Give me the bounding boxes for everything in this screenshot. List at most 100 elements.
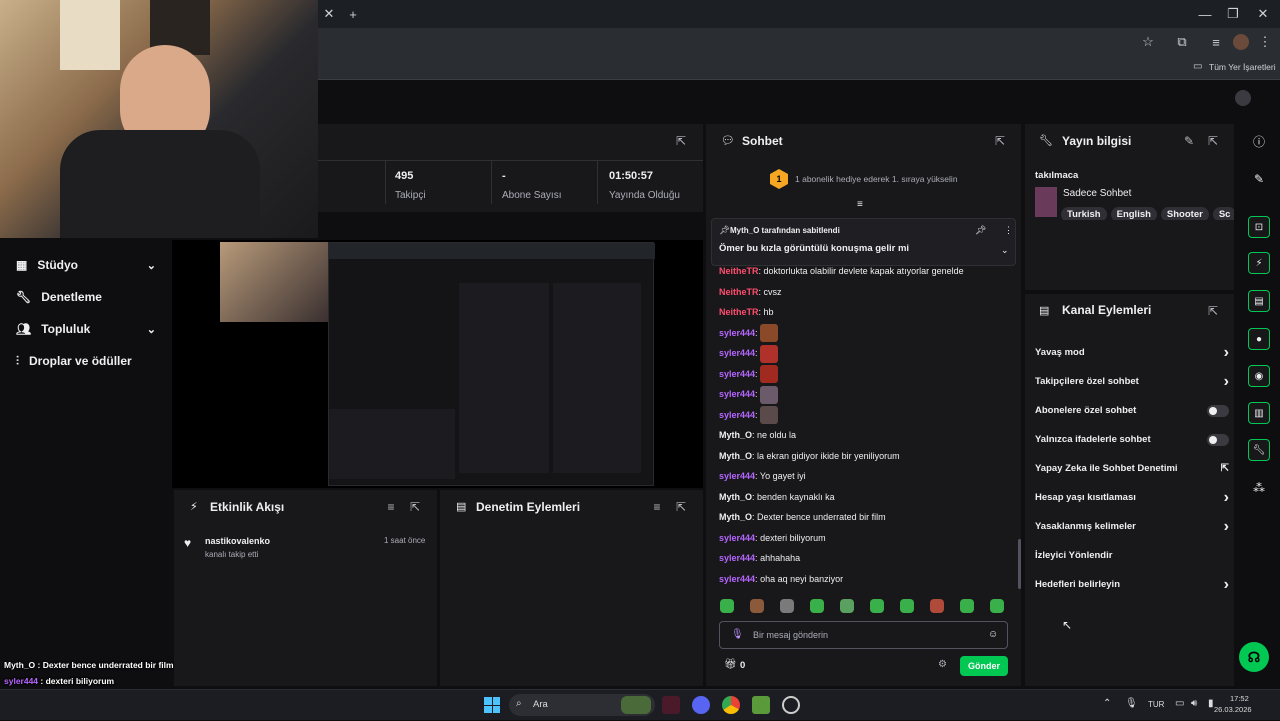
close-window-icon[interactable]: ✕ xyxy=(1252,3,1274,25)
toggle-switch[interactable] xyxy=(1207,404,1229,417)
maximize-icon[interactable]: ❐ xyxy=(1222,3,1244,25)
emote-button[interactable] xyxy=(870,599,884,613)
chevron-right-icon[interactable]: › xyxy=(1224,344,1229,362)
rail-chat-button[interactable]: ● xyxy=(1248,328,1270,350)
chat-username[interactable]: NeitheTR xyxy=(719,287,759,297)
rail-lightning-button[interactable]: ⚡︎ xyxy=(1248,252,1270,274)
taskbar-search[interactable]: ⌕ Ara xyxy=(509,694,655,716)
chevron-right-icon[interactable]: › xyxy=(1224,489,1229,507)
popout-icon[interactable]: ⇱ xyxy=(991,132,1009,150)
channel-action-item[interactable]: İzleyici Yönlendir xyxy=(1035,541,1229,570)
external-link-icon[interactable]: ⇱ xyxy=(1221,463,1229,474)
support-button[interactable]: ☊ xyxy=(1239,642,1269,672)
unpin-icon[interactable]: 📌︎ xyxy=(975,225,986,236)
new-tab-button[interactable]: + xyxy=(342,3,364,25)
gift-icon[interactable]: 🎁︎ xyxy=(724,659,737,670)
emote-button[interactable] xyxy=(900,599,914,613)
clock-time[interactable]: 17:52 xyxy=(1230,694,1249,703)
add-panel-icon[interactable]: ⁂ xyxy=(1250,479,1268,497)
chat-username[interactable]: syler444 xyxy=(719,348,755,358)
popout-icon[interactable]: ⇱ xyxy=(672,132,690,150)
battery-icon[interactable]: ▮ xyxy=(1208,698,1214,709)
category-name[interactable]: Sadece Sohbet xyxy=(1063,188,1131,199)
chat-username[interactable]: syler444 xyxy=(719,553,755,563)
app-icon-2[interactable] xyxy=(752,696,770,714)
chevron-up-icon[interactable]: ⌃ xyxy=(1103,698,1111,709)
filter-icon[interactable]: ≡ xyxy=(648,498,666,516)
filter-icon[interactable]: ≡ xyxy=(382,498,400,516)
bookmark-star-icon[interactable]: ☆ xyxy=(1137,31,1159,53)
channel-action-item[interactable]: Hesap yaşı kısıtlaması › xyxy=(1035,483,1229,512)
chat-username[interactable]: syler444 xyxy=(719,410,755,420)
channel-action-item[interactable]: Yapay Zeka ile Sohbet Denetimi ⇱ xyxy=(1035,454,1229,483)
app-icon-1[interactable] xyxy=(662,696,680,714)
stream-tag[interactable]: English xyxy=(1110,207,1157,220)
channel-action-item[interactable]: Yasaklanmış kelimeler › xyxy=(1035,512,1229,541)
user-avatar[interactable] xyxy=(1235,90,1251,106)
chat-scrollbar[interactable] xyxy=(1018,539,1021,589)
chevron-down-icon[interactable]: ⌄ xyxy=(1001,245,1009,256)
extensions-icon[interactable]: ⧉ xyxy=(1171,31,1193,53)
chat-username[interactable]: syler444 xyxy=(719,389,755,399)
media-icon[interactable]: ≡ xyxy=(1205,31,1227,53)
channel-action-item[interactable]: Hedefleri belirleyin › xyxy=(1035,570,1229,599)
emote-button[interactable] xyxy=(960,599,974,613)
rail-broadcast-button[interactable]: ◉ xyxy=(1248,365,1270,387)
app-icon-3[interactable] xyxy=(782,696,800,714)
chat-username[interactable]: Myth_O xyxy=(719,492,752,502)
popout-icon[interactable]: ⇱ xyxy=(1204,302,1222,320)
channel-action-item[interactable]: Abonelere özel sohbet xyxy=(1035,396,1229,425)
rail-channel-button[interactable]: ▥ xyxy=(1248,402,1270,424)
chat-username[interactable]: syler444 xyxy=(719,328,755,338)
chat-username[interactable]: syler444 xyxy=(719,369,755,379)
sidebar-item-studio[interactable]: ▦ Stüdyo ⌄ xyxy=(0,249,172,281)
chat-username[interactable]: Myth_O xyxy=(719,512,752,522)
stream-tag[interactable]: Shooter xyxy=(1160,207,1209,220)
chevron-right-icon[interactable]: › xyxy=(1224,518,1229,536)
sidebar-item-community[interactable]: 👥︎ Topluluk ⌄ xyxy=(0,313,172,345)
settings-gear-icon[interactable]: ⚙ xyxy=(938,659,947,670)
language-indicator[interactable]: TUR xyxy=(1148,700,1164,709)
clock-date[interactable]: 26.03.2026 xyxy=(1214,705,1252,714)
emoji-icon[interactable]: ☺ xyxy=(988,629,998,640)
chat-username[interactable]: NeitheTR xyxy=(719,266,759,276)
all-bookmarks-link[interactable]: Tüm Yer İşaretleri xyxy=(1209,62,1276,72)
chevron-right-icon[interactable]: › xyxy=(1224,373,1229,391)
windows-start-icon[interactable] xyxy=(484,697,500,713)
network-icon[interactable]: ▭ xyxy=(1175,698,1184,709)
event-user[interactable]: nastikovalenko xyxy=(205,536,270,546)
close-tab-icon[interactable]: ✕ xyxy=(318,3,340,25)
chat-username[interactable]: Myth_O xyxy=(719,430,752,440)
sidebar-item-drops[interactable]: ⫶ Droplar ve ödüller xyxy=(0,345,172,377)
send-button[interactable]: Gönder xyxy=(960,656,1008,676)
chat-username[interactable]: Myth_O xyxy=(719,451,752,461)
discord-icon[interactable] xyxy=(692,696,710,714)
info-icon[interactable]: ⓘ xyxy=(1250,132,1268,150)
emote-button[interactable] xyxy=(930,599,944,613)
channel-action-item[interactable]: Takipçilere özel sohbet › xyxy=(1035,367,1229,396)
emote-button[interactable] xyxy=(780,599,794,613)
emote-button[interactable] xyxy=(810,599,824,613)
emote-button[interactable] xyxy=(840,599,854,613)
chat-username[interactable]: NeitheTR xyxy=(719,307,759,317)
chat-username[interactable]: syler444 xyxy=(719,574,755,584)
channel-action-item[interactable]: Yavaş mod › xyxy=(1035,338,1229,367)
stream-preview[interactable] xyxy=(172,240,703,488)
chevron-right-icon[interactable]: › xyxy=(1224,576,1229,594)
stream-tag[interactable]: Turkish xyxy=(1061,207,1107,220)
emote-button[interactable] xyxy=(990,599,1004,613)
profile-avatar[interactable] xyxy=(1233,34,1249,50)
chat-input[interactable]: 🎙︎ Bir mesaj gönderin ☺ xyxy=(719,621,1008,649)
popout-icon[interactable]: ⇱ xyxy=(406,498,424,516)
chrome-icon[interactable] xyxy=(722,696,740,714)
edit-icon[interactable]: ✎ xyxy=(1250,170,1268,188)
menu-icon[interactable]: ⋮ xyxy=(1254,31,1276,53)
popout-icon[interactable]: ⇱ xyxy=(1204,132,1222,150)
rail-clip-button[interactable]: ⊡ xyxy=(1248,216,1270,238)
emote-button[interactable] xyxy=(720,599,734,613)
microphone-icon[interactable]: 🎙︎ xyxy=(731,629,744,640)
emote-button[interactable] xyxy=(750,599,764,613)
rail-document-button[interactable]: ▤ xyxy=(1248,290,1270,312)
microphone-icon[interactable]: 🎙︎ xyxy=(1125,698,1138,709)
edit-icon[interactable]: ✎ xyxy=(1180,132,1198,150)
